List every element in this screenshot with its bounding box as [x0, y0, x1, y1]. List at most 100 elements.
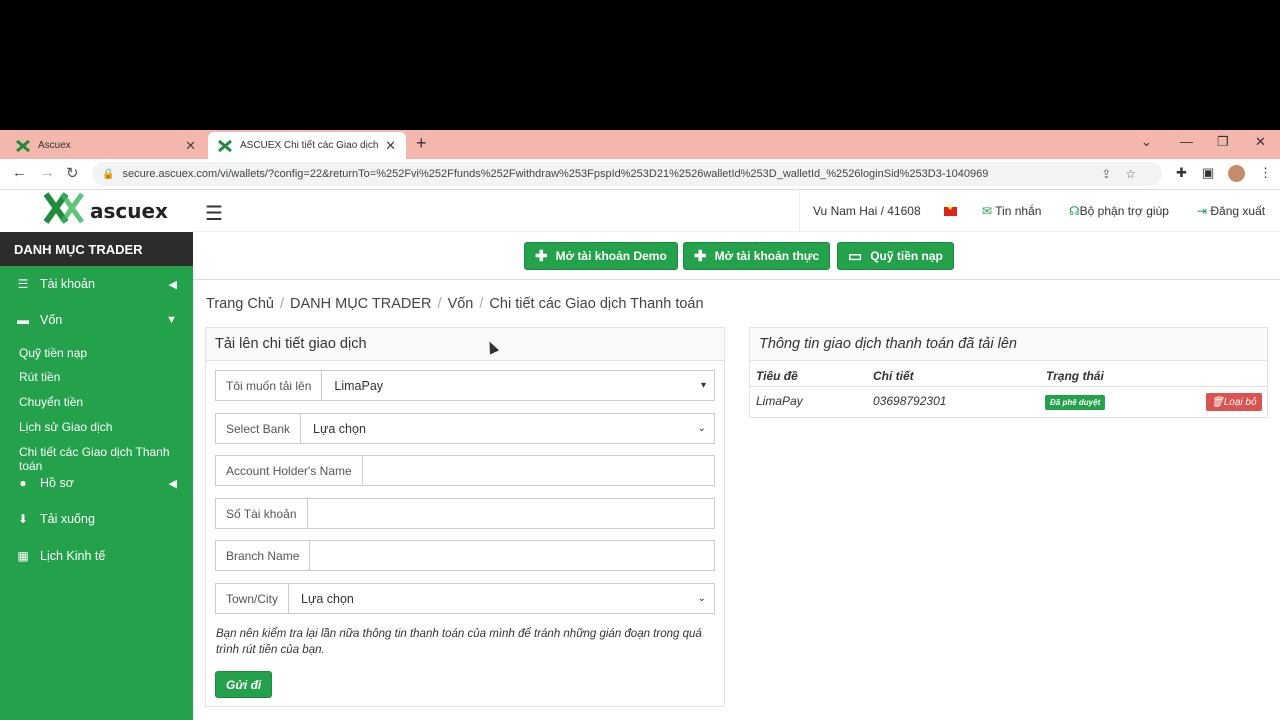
account-holder-name-field[interactable]: Account Holder's Name	[215, 455, 715, 486]
profile-avatar[interactable]	[1228, 165, 1245, 182]
share-star-icons[interactable]: ⇪☆	[1101, 167, 1150, 181]
browser-tab-ascuex[interactable]: Ascuex ✕	[6, 132, 206, 159]
logout-icon: ⇥	[1197, 204, 1211, 218]
upload-details-panel: Tải lên chi tiết giao dịch Tôi muốn tải …	[205, 327, 725, 707]
panel-title: Thông tin giao dịch thanh toán đã tải lê…	[750, 328, 1267, 361]
browser-tab-strip: Ascuex ✕ ASCUEX Chi tiết các Giao dịch T…	[0, 130, 1280, 159]
status-badge: Đã phê duyệt	[1045, 395, 1106, 410]
sidebar-heading: DANH MỤC TRADER	[0, 232, 193, 266]
chevron-left-icon: ◀	[168, 278, 177, 291]
reload-icon[interactable]: ↻	[66, 164, 79, 182]
minimize-icon[interactable]: —	[1180, 134, 1193, 149]
forward-icon[interactable]: →	[40, 164, 55, 181]
black-letterbox	[0, 0, 1280, 130]
logout-label: Đăng xuất	[1210, 204, 1266, 218]
download-icon: ⬇	[17, 512, 29, 526]
logo[interactable]: ascuex	[0, 190, 193, 232]
logout-link[interactable]: ⇥ Đăng xuất	[1197, 204, 1265, 218]
town-city-dropdown[interactable]: Town/City Lựa chọn ⌄	[215, 583, 715, 614]
account-number-field[interactable]: Số Tài khoản	[215, 498, 715, 529]
field-label: Town/City	[216, 584, 290, 613]
ascuex-favicon-icon	[218, 139, 232, 152]
chevron-left-icon: ◀	[168, 477, 177, 490]
button-label: Loại bỏ	[1223, 396, 1257, 408]
new-tab-icon[interactable]: +	[416, 133, 427, 154]
sidebar-item-economic-calendar[interactable]: ▦ Lịch Kinh tế	[0, 539, 193, 573]
field-value[interactable]	[310, 541, 714, 570]
sidebar-item-account[interactable]: ☰ Tài khoản ◀	[0, 267, 193, 301]
support-label: Bộ phận trợ giúp	[1079, 204, 1169, 218]
restore-icon[interactable]: ❐	[1217, 134, 1229, 150]
messages-link[interactable]: ✉ Tin nhắn	[982, 204, 1041, 218]
sidebar-item-downloads[interactable]: ⬇ Tải xuống	[0, 502, 193, 536]
field-value[interactable]	[363, 456, 714, 485]
window-close-icon[interactable]: ✕	[1255, 134, 1266, 150]
open-demo-account-button[interactable]: ✚ Mở tài khoản Demo	[524, 242, 678, 270]
sidebar-item-label: Vốn	[40, 313, 63, 327]
sidebar-subitem-withdraw[interactable]: Rút tiền	[19, 370, 60, 384]
caret-down-icon: ▾	[700, 380, 706, 391]
field-label: Account Holder's Name	[216, 456, 363, 485]
breadcrumb-home[interactable]: Trang Chủ	[206, 296, 274, 312]
column-header-status: Trạng thái	[1046, 369, 1104, 383]
breadcrumb-current: Chi tiết các Giao dịch Thanh toán	[489, 296, 704, 312]
deposit-funds-button[interactable]: ▭ Quỹ tiền nạp	[837, 242, 954, 270]
top-navbar: ☰ Vu Nam Hai / 41608 ✉ Tin nhắn ☊Bộ phận…	[193, 190, 1280, 232]
user-icon: ●	[19, 476, 27, 490]
row-detail: 03698792301	[873, 394, 947, 408]
field-value: Lựa chọn ⌄	[301, 591, 706, 606]
lock-icon: 🔒	[102, 168, 115, 180]
breadcrumb-funds[interactable]: Vốn	[448, 296, 474, 312]
action-bar: ✚ Mở tài khoản Demo ✚ Mở tài khoản thực ▭ Q…	[193, 232, 1280, 280]
field-value: LimaPay ▾	[334, 378, 706, 393]
submit-button[interactable]: Gửi đi	[215, 671, 273, 698]
tab-close-icon[interactable]: ✕	[385, 138, 396, 154]
chevron-down-icon: ⌄	[697, 423, 706, 434]
sidebar-subitem-deposit[interactable]: Quỹ tiền nạp	[19, 346, 87, 360]
headset-icon: ☊	[1069, 204, 1080, 218]
upload-type-select[interactable]: Tôi muốn tải lên LimaPay ▾	[215, 370, 715, 401]
sidebar-item-label: Lịch Kinh tế	[40, 549, 106, 563]
ascuex-favicon-icon	[16, 139, 30, 152]
chevron-down-icon: ⌄	[697, 593, 706, 604]
vietnam-flag-icon[interactable]	[944, 204, 957, 216]
sidebar-item-label: Tải xuống	[40, 512, 95, 526]
browser-tab-active[interactable]: ASCUEX Chi tiết các Giao dịch Th ✕	[208, 132, 406, 159]
table-divider	[750, 386, 1267, 387]
user-id: Vu Nam Hai / 41608	[813, 204, 921, 218]
breadcrumb-trader[interactable]: DANH MỤC TRADER	[290, 296, 432, 312]
uploaded-info-panel: Thông tin giao dịch thanh toán đã tải lê…	[749, 327, 1268, 418]
sidebar-item-profile[interactable]: ● Hồ sơ ◀	[0, 466, 193, 500]
back-icon[interactable]: ←	[12, 164, 27, 181]
url-field[interactable]: 🔒 secure.ascuex.com/vi/wallets/?config=2…	[92, 162, 1162, 186]
remove-button[interactable]: 🗑︎ Loại bỏ	[1206, 393, 1262, 411]
menu-kebab-icon[interactable]: ⋮	[1259, 165, 1272, 181]
field-value[interactable]	[308, 499, 715, 528]
plus-icon: ✚	[535, 248, 548, 265]
support-link[interactable]: ☊Bộ phận trợ giúp	[1069, 204, 1169, 218]
select-bank-dropdown[interactable]: Select Bank Lựa chọn ⌄	[215, 413, 715, 444]
row-title: LimaPay	[756, 394, 803, 408]
url-text: secure.ascuex.com/vi/wallets/?config=22&…	[122, 168, 989, 180]
column-header-title: Tiêu đề	[756, 369, 798, 383]
sidepanel-icon[interactable]: ▣	[1202, 165, 1214, 181]
extensions-icon[interactable]: ✚	[1176, 165, 1187, 181]
sidebar-subitem-transfer[interactable]: Chuyển tiền	[19, 395, 83, 409]
field-label: Tôi muốn tải lên	[216, 371, 323, 400]
tab-search-icon[interactable]: ⌄	[1141, 134, 1152, 150]
sidebar-item-funds[interactable]: ▬ Vốn ▼	[0, 303, 193, 337]
address-bar-row: ← → ↻ 🔒 secure.ascuex.com/vi/wallets/?co…	[0, 159, 1280, 190]
column-header-detail: Chi tiết	[873, 369, 914, 383]
chevron-down-icon: ▼	[166, 314, 177, 326]
button-label: Mở tài khoản thực	[714, 249, 820, 263]
messages-label: Tin nhắn	[995, 204, 1042, 218]
logo-text: ascuex	[90, 199, 168, 223]
branch-name-field[interactable]: Branch Name	[215, 540, 715, 571]
plus-icon: ✚	[694, 248, 707, 265]
open-real-account-button[interactable]: ✚ Mở tài khoản thực	[683, 242, 831, 270]
credit-card-icon: ▭	[848, 248, 863, 265]
tab-title: ASCUEX Chi tiết các Giao dịch Th	[240, 140, 380, 151]
tab-close-icon[interactable]: ✕	[185, 138, 196, 154]
sidebar-subitem-history[interactable]: Lịch sử Giao dịch	[19, 420, 112, 434]
hamburger-menu-icon[interactable]: ☰	[205, 201, 223, 226]
